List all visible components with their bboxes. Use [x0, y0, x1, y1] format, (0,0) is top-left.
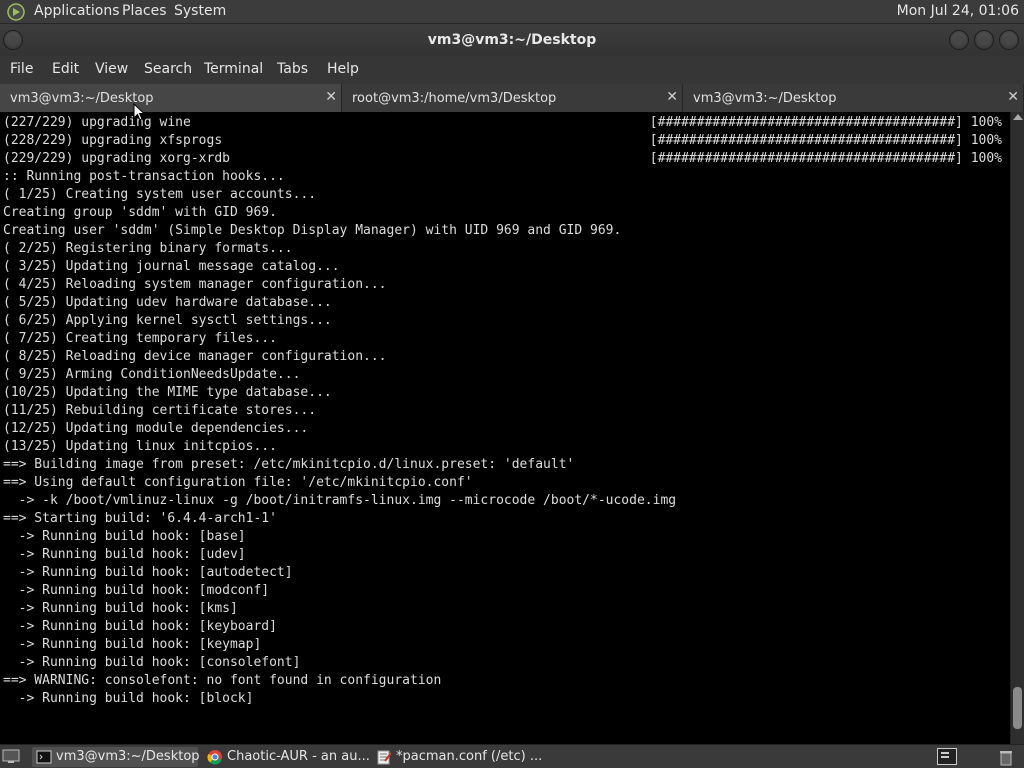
- terminal-line: -> Running build hook: [keymap]: [3, 637, 262, 652]
- clock[interactable]: Mon Jul 24, 01:06: [897, 3, 1019, 19]
- terminal-line: ( 3/25) Updating journal message catalog…: [3, 259, 340, 274]
- terminal-line: (13/25) Updating linux initcpios...: [3, 439, 277, 454]
- terminal-line: :: Running post-transaction hooks...: [3, 169, 285, 184]
- terminal-line: Creating user 'sddm' (Simple Desktop Dis…: [3, 223, 622, 238]
- terminal-line: -> Running build hook: [base]: [3, 529, 246, 544]
- task-browser[interactable]: Chaotic-AUR - an au...: [203, 747, 370, 767]
- show-desktop-icon[interactable]: [2, 748, 20, 764]
- terminal-line: (228/229) upgrading xfsprogs: [3, 133, 223, 148]
- terminal-scrollbar[interactable]: [1010, 112, 1024, 744]
- menu-file[interactable]: File: [10, 61, 33, 77]
- system-menu[interactable]: System: [174, 3, 226, 19]
- terminal-line: -> Running build hook: [block]: [3, 691, 254, 706]
- chrome-icon: [207, 750, 222, 765]
- menu-view[interactable]: View: [95, 61, 128, 77]
- terminal-line: -> Running build hook: [consolefont]: [3, 655, 301, 670]
- terminal-line: ( 2/25) Registering binary formats...: [3, 241, 293, 256]
- close-button[interactable]: [999, 30, 1019, 50]
- tab-root-desktop[interactable]: root@vm3:/home/vm3/Desktop ✕: [342, 84, 683, 112]
- terminal-line: -> Running build hook: [modconf]: [3, 583, 270, 598]
- terminal-line: ( 5/25) Updating udev hardware database.…: [3, 295, 332, 310]
- progress-bar-text: [######################################]…: [649, 115, 1002, 130]
- terminal-line: (10/25) Updating the MIME type database.…: [3, 385, 332, 400]
- window-titlebar[interactable]: vm3@vm3:~/Desktop: [0, 24, 1024, 56]
- task-text-editor[interactable]: *pacman.conf (/etc) ...: [372, 747, 542, 767]
- tab-close-icon[interactable]: ✕: [1007, 89, 1019, 105]
- terminal-line: -> Running build hook: [keyboard]: [3, 619, 277, 634]
- terminal-line: ==> WARNING: consolefont: no font found …: [3, 673, 442, 688]
- tab-label: root@vm3:/home/vm3/Desktop: [352, 91, 557, 106]
- tab-label: vm3@vm3:~/Desktop: [693, 91, 837, 106]
- menu-help[interactable]: Help: [327, 61, 359, 77]
- trash-icon[interactable]: [997, 748, 1015, 766]
- terminal-line: ==> Using default configuration file: '/…: [3, 475, 473, 490]
- mouse-cursor-icon: [133, 103, 145, 121]
- terminal-line: ( 4/25) Reloading system manager configu…: [3, 277, 387, 292]
- terminal-line: -> Running build hook: [autodetect]: [3, 565, 293, 580]
- progress-bar-text: [######################################]…: [649, 151, 1002, 166]
- task-label: vm3@vm3:~/Desktop: [56, 749, 200, 764]
- terminal-line: ==> Starting build: '6.4.4-arch1-1': [3, 511, 277, 526]
- bottom-taskbar: vm3@vm3:~/Desktop Chaotic-AUR - an au...…: [0, 744, 1024, 768]
- tab-label: vm3@vm3:~/Desktop: [10, 91, 154, 106]
- tab-vm3-desktop-2[interactable]: vm3@vm3:~/Desktop ✕: [683, 84, 1024, 112]
- terminal-line: (11/25) Rebuilding certificate stores...: [3, 403, 317, 418]
- task-terminal[interactable]: vm3@vm3:~/Desktop: [32, 747, 200, 767]
- menu-terminal[interactable]: Terminal: [204, 61, 263, 77]
- minimize-button[interactable]: [949, 30, 969, 50]
- menu-edit[interactable]: Edit: [52, 61, 79, 77]
- terminal-line: ==> Building image from preset: /etc/mki…: [3, 457, 575, 472]
- terminal-line: ( 9/25) Arming ConditionNeedsUpdate...: [3, 367, 301, 382]
- tab-close-icon[interactable]: ✕: [666, 89, 678, 105]
- menu-tabs[interactable]: Tabs: [277, 61, 308, 77]
- task-label: *pacman.conf (/etc) ...: [396, 749, 543, 764]
- terminal-line: (227/229) upgrading wine: [3, 115, 191, 130]
- progress-bar-text: [######################################]…: [649, 133, 1002, 148]
- menu-search[interactable]: Search: [144, 61, 192, 77]
- task-label: Chaotic-AUR - an au...: [227, 749, 370, 764]
- applications-menu[interactable]: Applications: [34, 3, 120, 19]
- terminal-output[interactable]: (227/229) upgrading wine (228/229) upgrad…: [0, 112, 1010, 744]
- terminal-line: ( 1/25) Creating system user accounts...: [3, 187, 317, 202]
- text-editor-icon: [377, 750, 392, 765]
- terminal-line: Creating group 'sddm' with GID 969.: [3, 205, 277, 220]
- tab-bar: vm3@vm3:~/Desktop ✕ root@vm3:/home/vm3/D…: [0, 84, 1024, 112]
- applications-logo-icon[interactable]: [7, 3, 25, 21]
- terminal-line: -> -k /boot/vmlinuz-linux -g /boot/initr…: [3, 493, 677, 508]
- terminal-line: (229/229) upgrading xorg-xrdb: [3, 151, 230, 166]
- terminal-line: ( 7/25) Creating temporary files...: [3, 331, 277, 346]
- terminal-line: ( 6/25) Applying kernel sysctl settings.…: [3, 313, 332, 328]
- maximize-button[interactable]: [974, 30, 994, 50]
- tab-vm3-desktop-1[interactable]: vm3@vm3:~/Desktop ✕: [0, 84, 342, 112]
- scrollbar-thumb[interactable]: [1013, 687, 1022, 729]
- top-panel: Applications Places System Mon Jul 24, 0…: [0, 0, 1024, 24]
- terminal-line: ( 8/25) Reloading device manager configu…: [3, 349, 387, 364]
- places-menu[interactable]: Places: [122, 3, 167, 19]
- terminal-icon: [36, 750, 52, 764]
- terminal-line: (12/25) Updating module dependencies...: [3, 421, 309, 436]
- tray-terminal-icon[interactable]: [937, 748, 957, 765]
- tab-close-icon[interactable]: ✕: [325, 89, 337, 105]
- menubar: File Edit View Search Terminal Tabs Help: [0, 56, 1024, 84]
- window-title: vm3@vm3:~/Desktop: [427, 32, 597, 48]
- scroll-up-arrow-icon[interactable]: [1013, 114, 1023, 120]
- terminal-line: -> Running build hook: [udev]: [3, 547, 246, 562]
- terminal-line: -> Running build hook: [kms]: [3, 601, 238, 616]
